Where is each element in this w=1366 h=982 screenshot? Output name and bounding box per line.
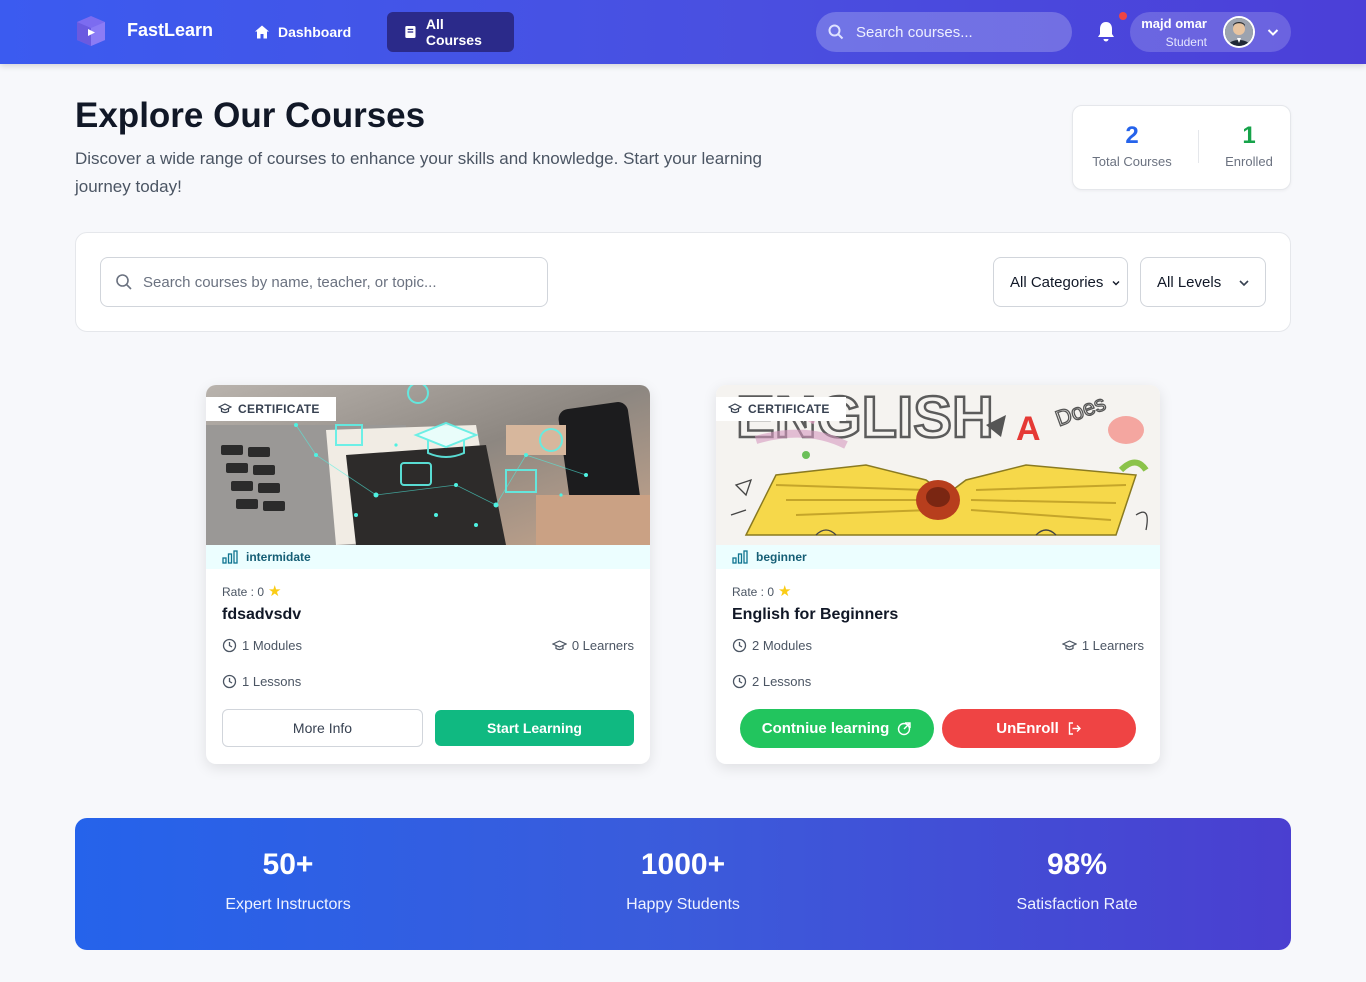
course-level: beginner bbox=[756, 550, 807, 564]
level-select-value: All Levels bbox=[1157, 273, 1222, 291]
user-menu[interactable]: majd omar Student bbox=[1130, 12, 1291, 52]
search-icon bbox=[828, 24, 844, 40]
nav-search-box[interactable] bbox=[816, 12, 1072, 52]
learners-count: 1 Learners bbox=[1081, 638, 1144, 653]
certificate-badge: CERTIFICATE bbox=[206, 397, 336, 421]
students-value: 1000+ bbox=[640, 848, 726, 881]
external-link-icon bbox=[898, 722, 911, 736]
graduation-cap-icon bbox=[551, 640, 567, 651]
certificate-badge: CERTIFICATE bbox=[716, 397, 846, 421]
nav-search-input[interactable] bbox=[856, 23, 1056, 41]
course-lessons: 1 Lessons bbox=[222, 674, 301, 689]
bell-icon[interactable] bbox=[1096, 21, 1116, 43]
instructors-stat: 50+ Expert Instructors bbox=[158, 848, 418, 914]
lessons-count: 2 Lessons bbox=[752, 674, 812, 689]
graduation-cap-icon bbox=[728, 403, 742, 414]
modules-count: 1 Modules bbox=[242, 638, 302, 653]
total-courses-stat: 2 Total Courses bbox=[1082, 122, 1182, 169]
top-navbar: FastLearn Dashboard All Courses majd oma… bbox=[0, 0, 1366, 64]
instructors-value: 50+ bbox=[262, 848, 314, 881]
nav-all-courses-link[interactable]: All Courses bbox=[387, 12, 514, 52]
course-rating: Rate : 0 ★ bbox=[222, 583, 282, 600]
avatar[interactable] bbox=[1223, 16, 1255, 48]
graduation-cap-icon bbox=[1061, 640, 1077, 651]
fastlearn-logo-icon[interactable] bbox=[75, 16, 107, 46]
enrolled-stat: 1 Enrolled bbox=[1199, 122, 1299, 169]
clock-icon bbox=[732, 638, 747, 653]
user-role: Student bbox=[1165, 35, 1207, 49]
home-icon bbox=[255, 25, 269, 39]
bar-chart-icon bbox=[222, 550, 238, 564]
enrolled-value: 1 bbox=[1242, 122, 1256, 149]
course-learners: 0 Learners bbox=[551, 638, 634, 653]
page-title: Explore Our Courses bbox=[75, 96, 426, 135]
continue-learning-button[interactable]: Contniue learning bbox=[740, 709, 934, 748]
satisfaction-label: Satisfaction Rate bbox=[1016, 896, 1138, 913]
chevron-down-icon bbox=[1239, 280, 1249, 287]
start-learning-button[interactable]: Start Learning bbox=[435, 710, 634, 746]
total-courses-label: Total Courses bbox=[1092, 154, 1172, 169]
chevron-down-icon bbox=[1112, 281, 1120, 286]
brand-name[interactable]: FastLearn bbox=[127, 20, 213, 41]
rating-label: Rate : 0 bbox=[222, 585, 265, 599]
doodle-letter-a: A bbox=[1016, 410, 1041, 448]
lessons-count: 1 Lessons bbox=[242, 674, 302, 689]
rating-label: Rate : 0 bbox=[732, 585, 775, 599]
category-select-value: All Categories bbox=[1010, 273, 1104, 291]
search-icon bbox=[116, 274, 132, 290]
nav-all-courses-label: All Courses bbox=[425, 16, 482, 48]
modules-count: 2 Modules bbox=[752, 638, 812, 653]
course-rating: Rate : 0 ★ bbox=[732, 583, 792, 600]
user-name: majd omar bbox=[1141, 16, 1207, 31]
students-label: Happy Students bbox=[626, 896, 740, 913]
course-level: intermidate bbox=[246, 550, 311, 564]
more-info-button[interactable]: More Info bbox=[222, 709, 423, 747]
level-strip: beginner bbox=[716, 545, 1160, 569]
user-avatar-icon bbox=[1225, 18, 1253, 46]
course-title[interactable]: English for Beginners bbox=[732, 606, 898, 624]
level-select[interactable]: All Levels bbox=[1140, 257, 1266, 307]
page-subtitle: Discover a wide range of courses to enha… bbox=[75, 149, 762, 196]
category-select[interactable]: All Categories bbox=[993, 257, 1128, 307]
course-modules: 1 Modules bbox=[222, 638, 302, 653]
star-icon: ★ bbox=[778, 583, 792, 600]
learners-count: 0 Learners bbox=[571, 638, 634, 653]
course-title[interactable]: fdsadvsdv bbox=[222, 606, 301, 624]
nav-dashboard-label: Dashboard bbox=[278, 24, 352, 40]
course-card[interactable]: ENGLISH Does A CERTIFICATE beginner Rate… bbox=[716, 385, 1160, 764]
nav-dashboard-link[interactable]: Dashboard bbox=[238, 12, 367, 52]
course-modules: 2 Modules bbox=[732, 638, 812, 653]
satisfaction-value: 98% bbox=[1046, 848, 1108, 881]
chevron-down-icon[interactable] bbox=[1265, 24, 1281, 40]
continue-learning-label: Contniue learning bbox=[761, 720, 890, 737]
unenroll-label: UnEnroll bbox=[996, 720, 1059, 737]
filter-bar: All Categories All Levels bbox=[75, 232, 1291, 332]
notification-dot bbox=[1119, 12, 1127, 20]
platform-stats-banner: 50+ Expert Instructors 1000+ Happy Stude… bbox=[75, 818, 1291, 950]
book-icon bbox=[405, 25, 416, 39]
unenroll-button[interactable]: UnEnroll bbox=[942, 709, 1136, 748]
course-learners: 1 Learners bbox=[1061, 638, 1144, 653]
course-search-input[interactable] bbox=[143, 273, 543, 291]
certificate-label: CERTIFICATE bbox=[748, 402, 830, 416]
clock-icon bbox=[222, 638, 237, 653]
bar-chart-icon bbox=[732, 550, 748, 564]
summary-stats-card: 2 Total Courses 1 Enrolled bbox=[1072, 105, 1291, 190]
course-lessons: 2 Lessons bbox=[732, 674, 811, 689]
clock-icon bbox=[732, 674, 747, 689]
students-stat: 1000+ Happy Students bbox=[553, 848, 813, 914]
satisfaction-stat: 98% Satisfaction Rate bbox=[947, 848, 1207, 914]
star-icon: ★ bbox=[268, 583, 282, 600]
level-strip: intermidate bbox=[206, 545, 650, 569]
graduation-cap-icon bbox=[218, 403, 232, 414]
certificate-label: CERTIFICATE bbox=[238, 402, 320, 416]
enrolled-label: Enrolled bbox=[1225, 154, 1273, 169]
course-card[interactable]: CERTIFICATE intermidate Rate : 0 ★ fdsad… bbox=[206, 385, 650, 764]
total-courses-value: 2 bbox=[1125, 122, 1139, 149]
logout-icon bbox=[1068, 722, 1081, 735]
course-search-box[interactable] bbox=[100, 257, 548, 307]
clock-icon bbox=[222, 674, 237, 689]
instructors-label: Expert Instructors bbox=[225, 896, 351, 913]
